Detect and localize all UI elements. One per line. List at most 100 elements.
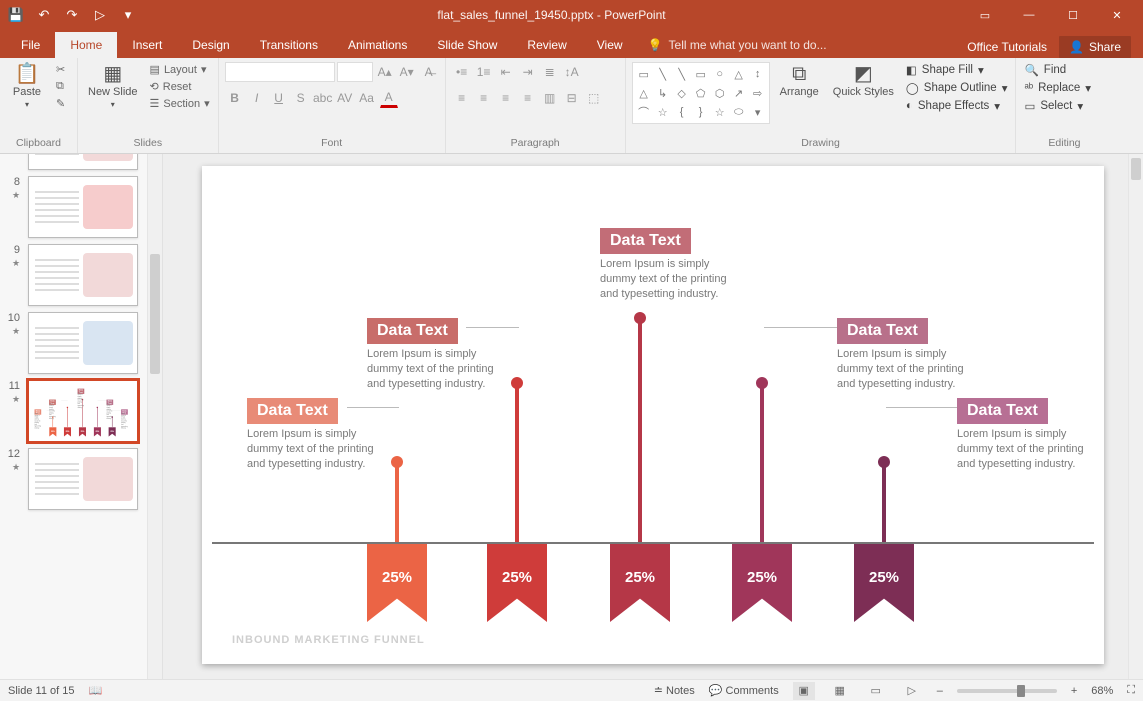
tab-slideshow[interactable]: Slide Show [422, 32, 512, 58]
bullets-button[interactable]: •≡ [452, 62, 472, 82]
fit-to-window-button[interactable]: ⛶ [1127, 684, 1135, 697]
notes-button[interactable]: ≐ Notes [654, 684, 695, 697]
flag-2[interactable]: 25% [64, 427, 71, 437]
shape-textbox-icon[interactable]: ▭ [635, 65, 653, 83]
zoom-out-button[interactable]: – [937, 685, 943, 697]
shape-outline-button[interactable]: ◯ Shape Outline ▾ [904, 80, 1010, 96]
align-left-button[interactable]: ≡ [452, 88, 472, 108]
slide-canvas[interactable]: INBOUND MARKETING FUNNEL 25%Data TextLor… [202, 166, 1104, 664]
flag-5[interactable]: 25% [854, 544, 914, 622]
font-color-button[interactable]: A [379, 88, 399, 108]
data-desc-4[interactable]: Lorem Ipsum is simply dummy text of the … [837, 347, 977, 392]
align-text-button[interactable]: ⊟ [562, 88, 582, 108]
thumbnail-slide-9[interactable]: 9★ [0, 242, 162, 310]
data-desc-1[interactable]: Lorem Ipsum is simply dummy text of the … [34, 413, 40, 429]
find-button[interactable]: 🔍 Find [1022, 62, 1093, 78]
share-button[interactable]: 👤 Share [1059, 36, 1131, 58]
office-tutorials-link[interactable]: Office Tutorials [967, 40, 1047, 54]
data-desc-1[interactable]: Lorem Ipsum is simply dummy text of the … [247, 427, 387, 472]
flag-1[interactable]: 25% [367, 544, 427, 622]
data-desc-2[interactable]: Lorem Ipsum is simply dummy text of the … [367, 347, 507, 392]
tab-home[interactable]: Home [55, 32, 117, 58]
thumbnails-scrollbar[interactable] [147, 154, 162, 679]
data-pill-1[interactable]: Data Text [247, 398, 338, 424]
tell-me-search[interactable]: 💡 Tell me what you want to do... [638, 32, 968, 58]
zoom-in-button[interactable]: + [1071, 685, 1077, 697]
ribbon-options-button[interactable]: ▭ [963, 1, 1007, 30]
paste-button[interactable]: 📋Paste▾ [6, 62, 48, 111]
quick-styles-button[interactable]: ◩Quick Styles [829, 62, 898, 100]
slide-editor-area[interactable]: INBOUND MARKETING FUNNEL 25%Data TextLor… [163, 154, 1143, 679]
minimize-button[interactable]: — [1007, 1, 1051, 30]
tab-view[interactable]: View [582, 32, 638, 58]
flag-3[interactable]: 25% [79, 427, 86, 437]
tab-design[interactable]: Design [177, 32, 244, 58]
redo-button[interactable]: ↷ [60, 3, 84, 27]
slide-counter[interactable]: Slide 11 of 15 [8, 685, 74, 697]
close-button[interactable]: ✕ [1095, 1, 1139, 30]
flag-1[interactable]: 25% [49, 427, 56, 437]
new-slide-button[interactable]: ▦New Slide▾ [84, 62, 142, 111]
zoom-slider[interactable] [957, 689, 1057, 693]
spellcheck-icon[interactable]: 📖 [88, 684, 102, 697]
maximize-button[interactable]: ☐ [1051, 1, 1095, 30]
thumbnail-slide-12[interactable]: 12★ [0, 446, 162, 514]
font-family-dropdown[interactable] [225, 62, 335, 82]
section-button[interactable]: ☰ Section ▾ [148, 96, 212, 111]
cut-button[interactable]: ✂ [54, 62, 67, 77]
thumbnail-slide-8[interactable]: 8★ [0, 174, 162, 242]
font-size-dropdown[interactable] [337, 62, 373, 82]
thumbnail-slide-7[interactable]: 7★ [0, 154, 162, 174]
select-button[interactable]: ▭ Select ▾ [1022, 98, 1093, 114]
numbering-button[interactable]: 1≡ [474, 62, 494, 82]
shapes-gallery[interactable]: ▭╲╲▭○△↕ △↳◇⬠⬡↗⇨ ⌒☆{}☆⬭▾ [632, 62, 770, 124]
underline-button[interactable]: U [269, 88, 289, 108]
data-desc-3[interactable]: Lorem Ipsum is simply dummy text of the … [600, 257, 740, 302]
start-from-beginning-button[interactable]: ▷ [88, 3, 112, 27]
flag-5[interactable]: 25% [109, 427, 116, 437]
sorter-view-button[interactable]: ▦ [829, 682, 851, 700]
italic-button[interactable]: I [247, 88, 267, 108]
data-pill-2[interactable]: Data Text [367, 318, 458, 344]
indent-inc-button[interactable]: ⇥ [518, 62, 538, 82]
thumbnail-slide-11[interactable]: 11★ INBOUND MARKETING FUNNEL 25%Data Tex… [0, 378, 162, 446]
format-painter-button[interactable]: ✎ [54, 96, 67, 111]
thumbnail-slide-10[interactable]: 10★ [0, 310, 162, 378]
tab-transitions[interactable]: Transitions [245, 32, 333, 58]
tab-file[interactable]: File [6, 32, 55, 58]
spacing-button[interactable]: AV [335, 88, 355, 108]
reset-button[interactable]: ⟲ Reset [148, 79, 212, 94]
comments-button[interactable]: 💬 Comments [709, 684, 779, 697]
align-center-button[interactable]: ≡ [474, 88, 494, 108]
smartart-button[interactable]: ⬚ [584, 88, 604, 108]
columns-button[interactable]: ▥ [540, 88, 560, 108]
indent-dec-button[interactable]: ⇤ [496, 62, 516, 82]
zoom-level[interactable]: 68% [1091, 685, 1113, 697]
data-desc-5[interactable]: Lorem Ipsum is simply dummy text of the … [121, 413, 127, 429]
flag-4[interactable]: 25% [94, 427, 101, 437]
tab-animations[interactable]: Animations [333, 32, 422, 58]
align-right-button[interactable]: ≡ [496, 88, 516, 108]
line-spacing-button[interactable]: ≣ [540, 62, 560, 82]
data-pill-3[interactable]: Data Text [600, 228, 691, 254]
copy-button[interactable]: ⧉ [54, 79, 67, 94]
shape-fill-button[interactable]: ◧ Shape Fill ▾ [904, 62, 1010, 78]
justify-button[interactable]: ≡ [518, 88, 538, 108]
data-desc-3[interactable]: Lorem Ipsum is simply dummy text of the … [78, 392, 84, 408]
replace-button[interactable]: ᵃᵇ Replace ▾ [1022, 80, 1093, 96]
qat-more-button[interactable]: ▾ [116, 3, 140, 27]
editor-scrollbar[interactable] [1128, 154, 1143, 679]
clear-format-button[interactable]: A̶ [419, 62, 439, 82]
data-pill-5[interactable]: Data Text [957, 398, 1048, 424]
layout-button[interactable]: ▤ Layout ▾ [148, 62, 212, 77]
text-direction-button[interactable]: ↕A [562, 62, 582, 82]
flag-2[interactable]: 25% [487, 544, 547, 622]
data-desc-2[interactable]: Lorem Ipsum is simply dummy text of the … [49, 403, 55, 419]
slideshow-view-button[interactable]: ▷ [901, 682, 923, 700]
decrease-font-button[interactable]: A▾ [397, 62, 417, 82]
normal-view-button[interactable]: ▣ [793, 682, 815, 700]
reading-view-button[interactable]: ▭ [865, 682, 887, 700]
save-button[interactable]: 💾 [4, 3, 28, 27]
slide-thumbnails-panel[interactable]: 7★8★9★10★11★ INBOUND MARKETING FUNNEL 25… [0, 154, 163, 679]
shadow-button[interactable]: abc [313, 88, 333, 108]
